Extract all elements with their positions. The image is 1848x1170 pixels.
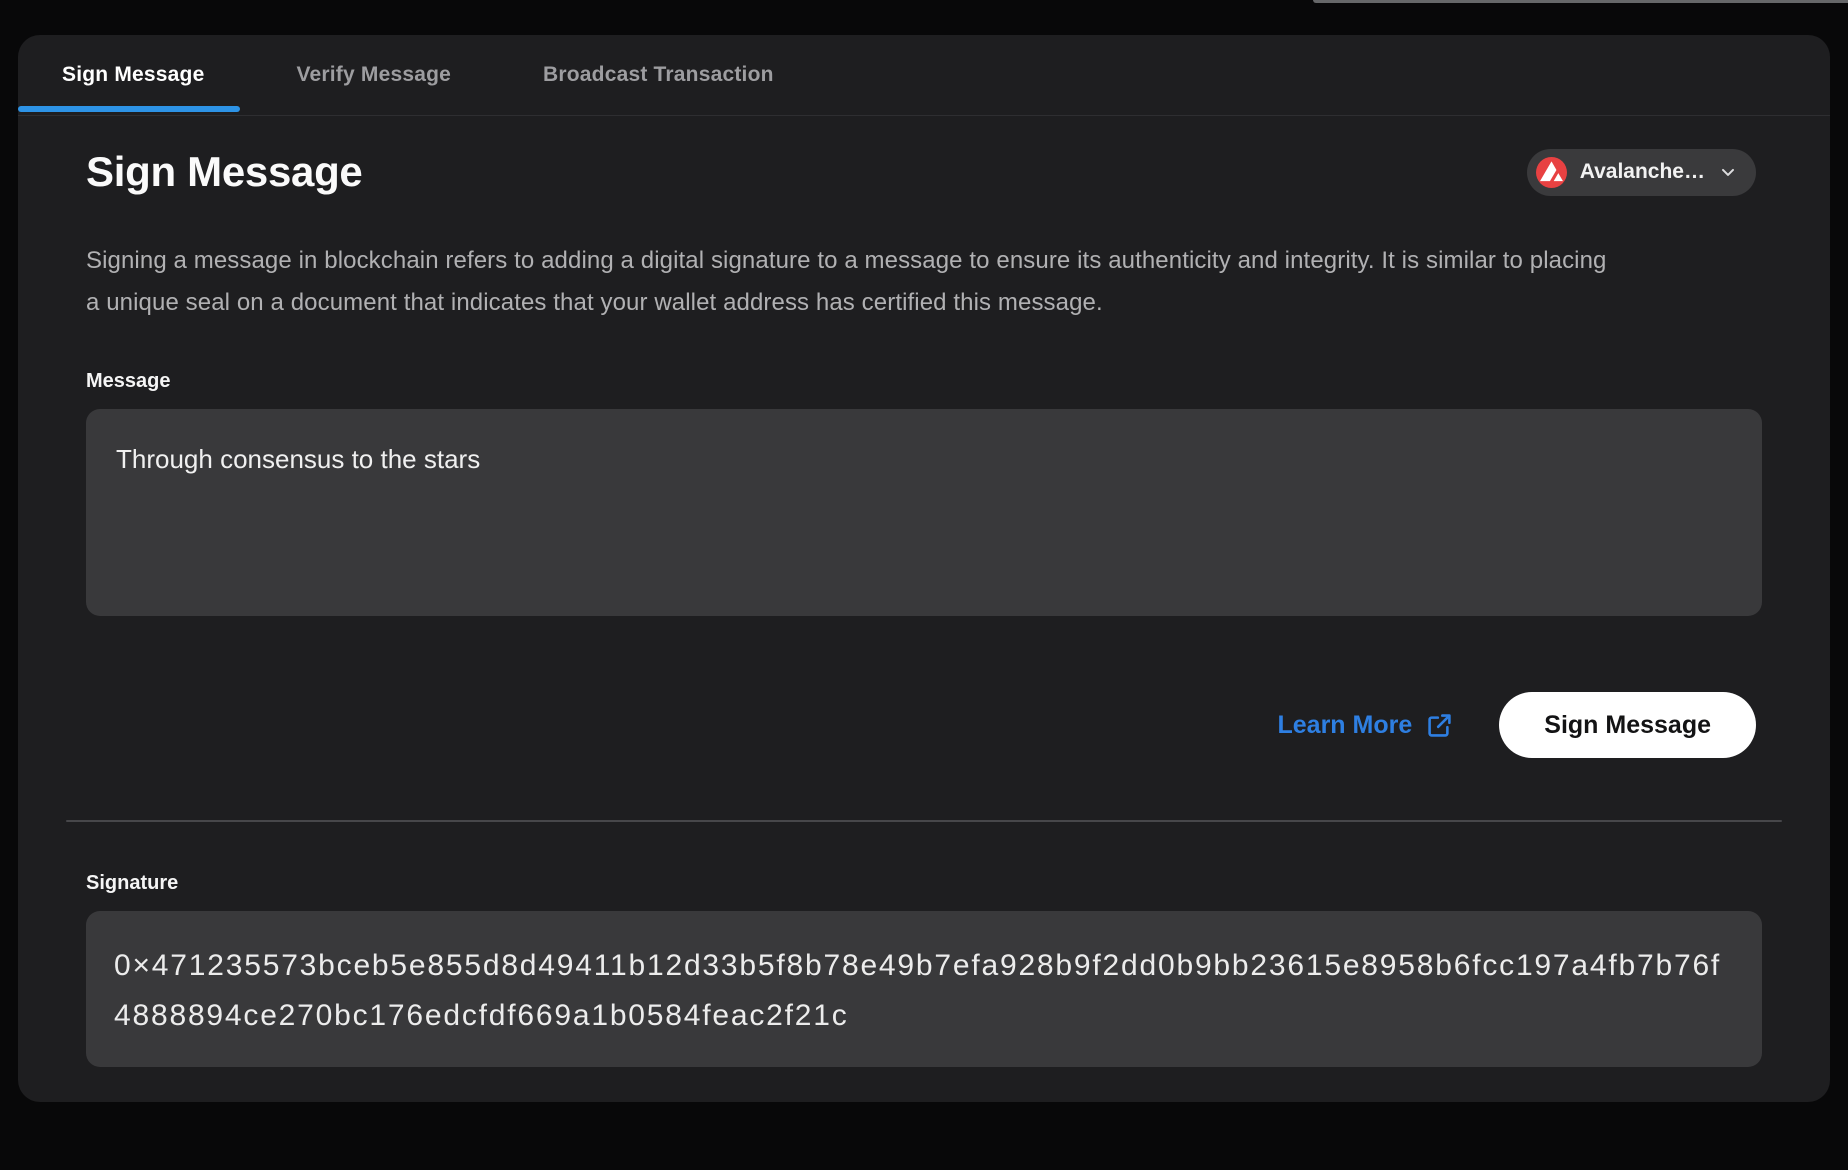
tab-label: Broadcast Transaction: [543, 63, 774, 87]
tab-label: Sign Message: [62, 63, 204, 87]
page-title: Sign Message: [86, 148, 363, 196]
signature-label: Signature: [86, 872, 1762, 895]
network-selector[interactable]: Avalanche…: [1527, 149, 1756, 196]
learn-more-label: Learn More: [1278, 711, 1413, 740]
avalanche-logo-icon: [1536, 157, 1567, 188]
description-text: Signing a message in blockchain refers t…: [86, 240, 1626, 324]
tab-verify-message[interactable]: Verify Message: [270, 35, 477, 115]
network-selector-label: Avalanche…: [1580, 160, 1705, 184]
signature-value: 0×471235573bceb5e855d8d49411b12d33b5f8b7…: [114, 949, 1721, 1032]
external-link-icon: [1426, 712, 1453, 739]
header-row: Sign Message Avalanche…: [18, 116, 1830, 196]
message-textarea[interactable]: Through consensus to the stars: [86, 409, 1762, 616]
section-divider: [66, 820, 1782, 822]
offscreen-popup-edge: [1313, 0, 1848, 3]
actions-row: Learn More Sign Message: [18, 692, 1830, 758]
signature-output: 0×471235573bceb5e855d8d49411b12d33b5f8b7…: [86, 911, 1762, 1067]
tab-label: Verify Message: [296, 63, 451, 87]
learn-more-link[interactable]: Learn More: [1278, 711, 1454, 740]
tool-card: Sign Message Verify Message Broadcast Tr…: [18, 35, 1830, 1102]
chevron-down-icon: [1718, 162, 1738, 182]
tab-broadcast-transaction[interactable]: Broadcast Transaction: [517, 35, 800, 115]
tab-bar: Sign Message Verify Message Broadcast Tr…: [18, 35, 1830, 116]
message-label: Message: [86, 370, 1762, 393]
sign-message-button[interactable]: Sign Message: [1499, 692, 1756, 758]
tab-sign-message[interactable]: Sign Message: [36, 35, 230, 115]
